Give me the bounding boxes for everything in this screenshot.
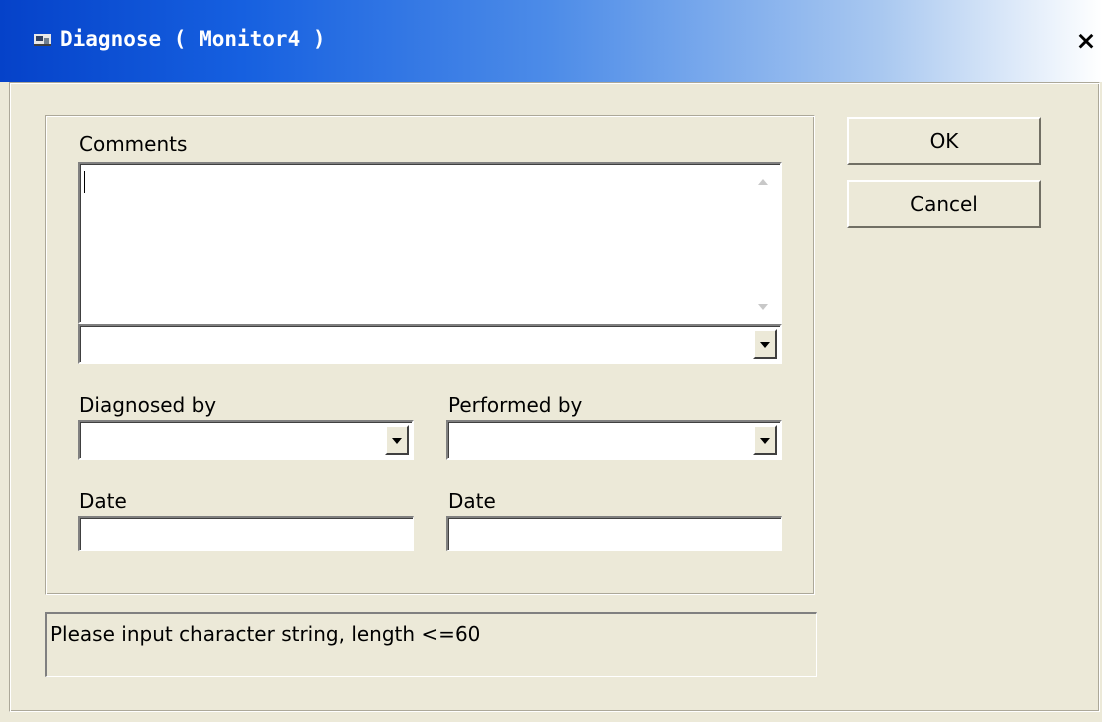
performed-date-label: Date (448, 489, 496, 513)
comments-textarea[interactable] (78, 162, 782, 324)
diagnosed-date-label: Date (79, 489, 127, 513)
diagnosed-by-combo[interactable] (78, 420, 414, 460)
scroll-down-arrow-icon[interactable] (758, 304, 768, 310)
ok-button[interactable]: OK (847, 117, 1041, 165)
comments-scrollbar[interactable] (752, 166, 778, 320)
status-message: Please input character string, length <=… (50, 622, 481, 646)
performed-date-input[interactable] (446, 516, 782, 551)
chevron-down-icon (760, 438, 770, 444)
comments-label: Comments (79, 132, 188, 156)
performed-by-dropdown-button[interactable] (753, 425, 777, 455)
chevron-down-icon (760, 342, 770, 348)
scroll-up-arrow-icon[interactable] (758, 179, 768, 185)
status-message-box: Please input character string, length <=… (45, 612, 817, 677)
window-title: Diagnose ( Monitor4 ) (60, 27, 326, 51)
performed-by-combo[interactable] (446, 420, 782, 460)
diagnosed-by-label: Diagnosed by (79, 393, 217, 417)
text-caret (84, 171, 85, 193)
chevron-down-icon (392, 438, 402, 444)
cancel-button[interactable]: Cancel (847, 180, 1041, 228)
diagnosed-date-input[interactable] (78, 516, 414, 551)
close-button[interactable]: × (1073, 26, 1099, 56)
title-bar[interactable]: Diagnose ( Monitor4 ) (0, 0, 1102, 82)
diagnosed-by-dropdown-button[interactable] (385, 425, 409, 455)
performed-by-label: Performed by (448, 393, 583, 417)
app-window-icon (34, 34, 51, 46)
comments-combo[interactable] (78, 324, 782, 364)
comments-combo-dropdown-button[interactable] (753, 329, 777, 359)
